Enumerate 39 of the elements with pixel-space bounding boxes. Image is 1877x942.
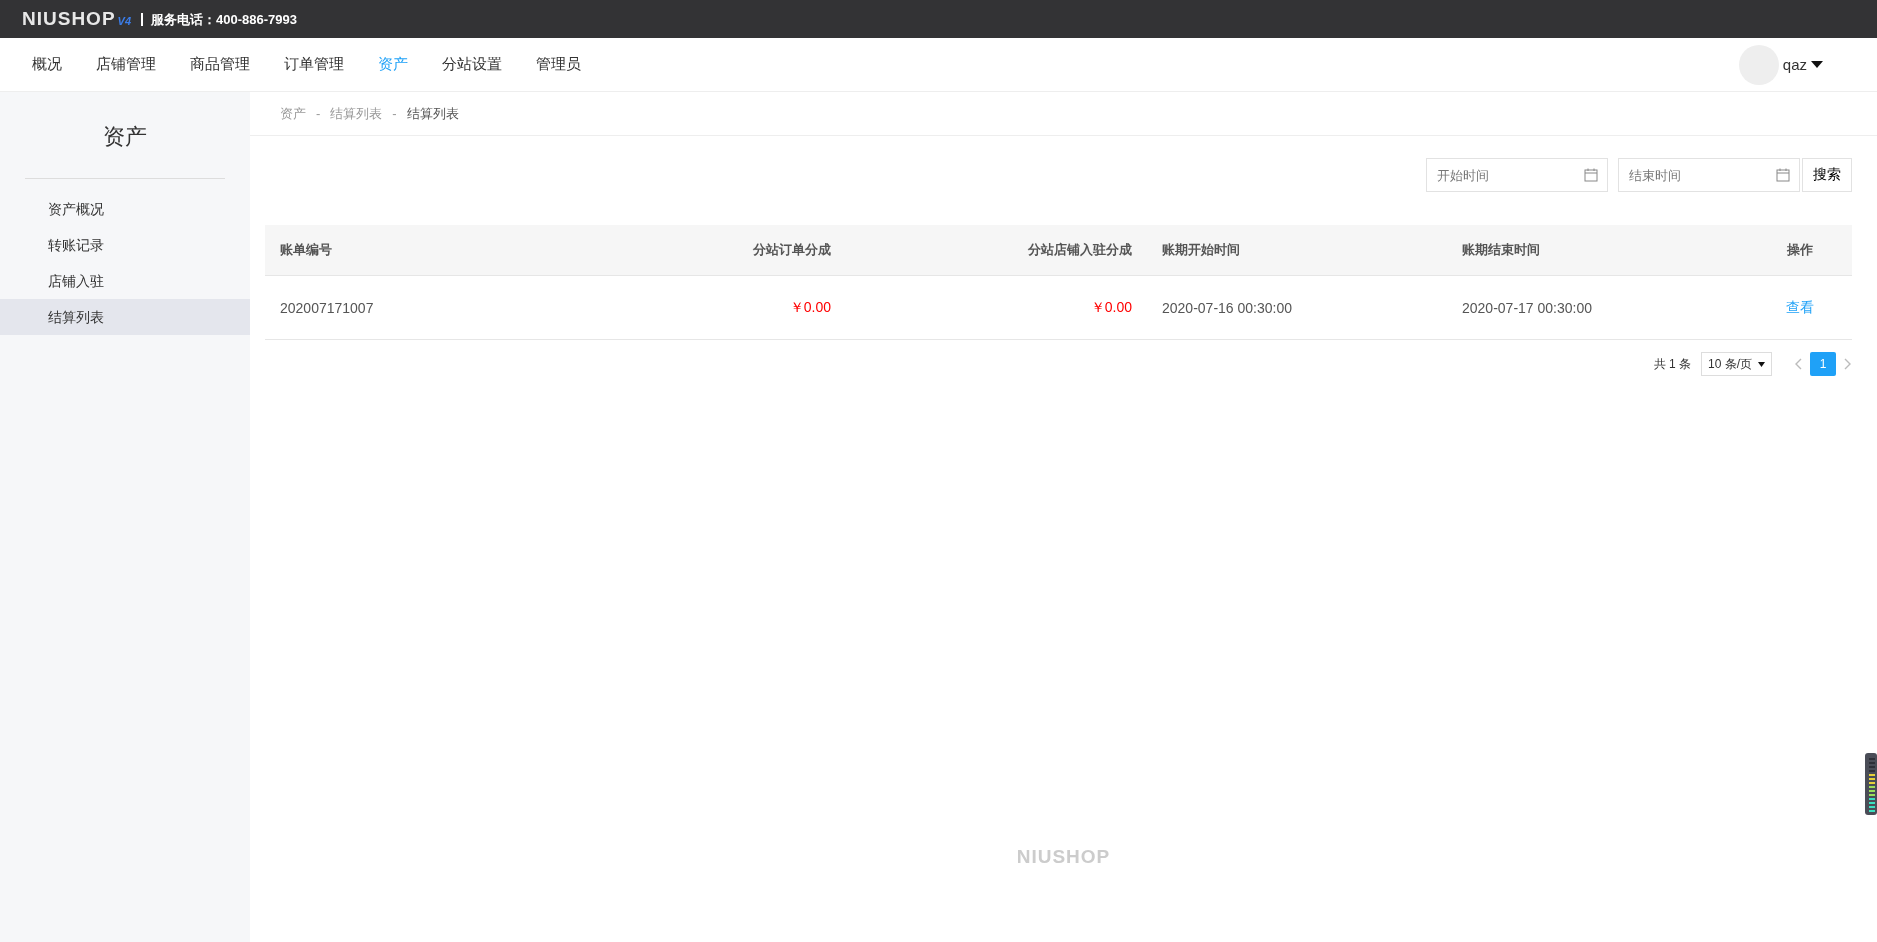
column-header: 分站订单分成 — [752, 241, 832, 259]
sidebar-item[interactable]: 结算列表 — [0, 299, 250, 335]
caret-icon[interactable] — [1811, 60, 1823, 69]
end-date-field[interactable]: 结束时间 — [1618, 158, 1800, 192]
page-size-select[interactable]: 10 条/页 — [1701, 352, 1772, 376]
logo: NIUSHOP — [22, 8, 116, 30]
column-header: 分站店铺入驻分成 — [1027, 241, 1133, 259]
nav-tab[interactable]: 管理员 — [536, 55, 581, 74]
logo-version: V4 — [117, 15, 132, 27]
table-cell-text: 2020-07-17 00:30:00 — [1461, 299, 1593, 316]
column-header: 账单编号 — [279, 241, 333, 259]
user-name[interactable]: qaz — [1782, 56, 1807, 73]
column-header: 账期结束时间 — [1461, 241, 1541, 259]
nav-tab[interactable]: 店铺管理 — [96, 55, 156, 74]
breadcrumb-separator: - — [392, 106, 397, 121]
caret-icon[interactable] — [1758, 361, 1765, 367]
hotline-text: 服务电话：400-886-7993 — [141, 12, 297, 26]
calendar-icon — [1584, 168, 1598, 182]
start-date-field[interactable]: 开始时间 — [1426, 158, 1608, 192]
column-header: 操作 — [1785, 241, 1814, 259]
table-cell-text: 202007171007 — [279, 299, 375, 316]
column-header: 账期开始时间 — [1161, 241, 1241, 259]
total-count: 共 1 条 — [1653, 355, 1691, 373]
nav-tab[interactable]: 概况 — [32, 55, 62, 74]
level-meter-drawing[interactable] — [1865, 753, 1877, 815]
nav-tab[interactable]: 分站设置 — [442, 55, 502, 74]
nav-tab[interactable]: 订单管理 — [284, 55, 344, 74]
search-button[interactable]: 搜索 — [1802, 158, 1852, 192]
table-cell-text: 2020-07-16 00:30:00 — [1161, 299, 1293, 316]
sidebar-title: 资产 — [25, 92, 225, 179]
table-cell-text: ￥0.00 — [1089, 298, 1133, 317]
calendar-icon — [1776, 168, 1790, 182]
sidebar-item[interactable]: 店铺入驻 — [0, 263, 250, 299]
table-cell-text: ￥0.00 — [788, 298, 832, 317]
nav-tab[interactable]: 商品管理 — [190, 55, 250, 74]
breadcrumb-link[interactable]: 结算列表 — [406, 104, 459, 123]
sidebar-item[interactable]: 转账记录 — [0, 227, 250, 263]
breadcrumb-separator: - — [316, 106, 321, 121]
sidebar-item[interactable]: 资产概况 — [0, 191, 250, 227]
